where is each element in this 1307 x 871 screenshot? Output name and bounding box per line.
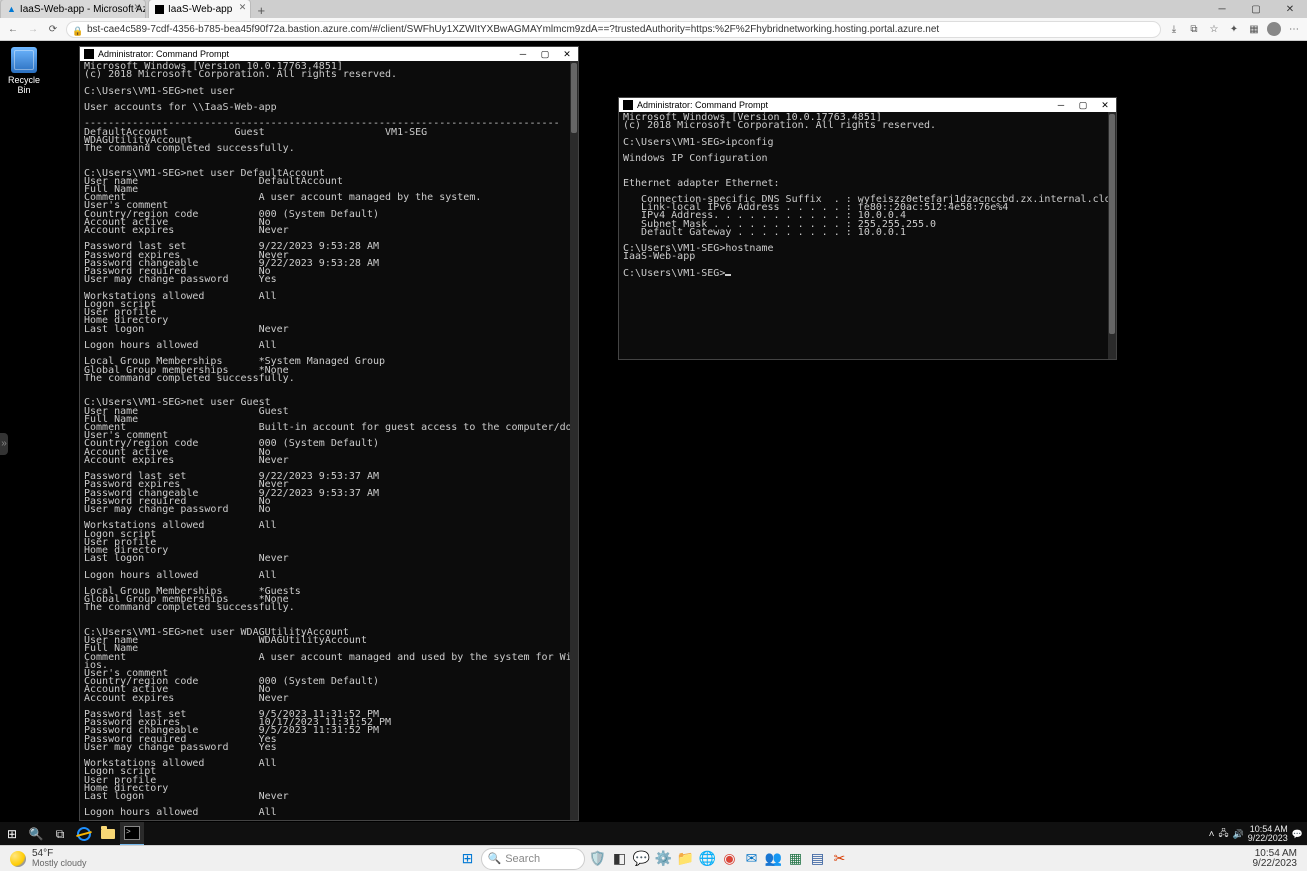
tab-close-icon[interactable]: ✕: [239, 2, 247, 13]
host-taskbar-shield[interactable]: 🛡️: [589, 850, 607, 868]
host-clock[interactable]: 10:54 AM 9/22/2023: [1253, 849, 1298, 869]
cmd2-minimize-button[interactable]: ─: [1050, 98, 1072, 112]
cmd2-title-text: Administrator: Command Prompt: [637, 100, 768, 110]
window-maximize-button[interactable]: ▢: [1239, 0, 1273, 18]
bastion-remote-desktop[interactable]: » Recycle Bin Administrator: Command Pro…: [0, 41, 1307, 846]
cmd2-titlebar[interactable]: Administrator: Command Prompt ─ ▢ ✕: [619, 98, 1116, 112]
host-time: 10:54 AM: [1253, 849, 1298, 859]
host-taskbar-word[interactable]: ▤: [809, 850, 827, 868]
tray-network-icon[interactable]: 🖧: [1218, 826, 1228, 842]
nav-back-button[interactable]: ←: [6, 22, 20, 36]
host-start-button[interactable]: ⊞: [459, 850, 477, 868]
window-minimize-button[interactable]: ─: [1205, 0, 1239, 18]
collections-icon[interactable]: ▦: [1247, 22, 1261, 36]
host-taskbar: 54°F Mostly cloudy ⊞ 🔍 Search 🛡️ ◧ 💬 ⚙️ …: [0, 845, 1307, 871]
cmd2-maximize-button[interactable]: ▢: [1072, 98, 1094, 112]
browser-menu-button[interactable]: ⋯: [1287, 22, 1301, 36]
tab-favicon-azure: ▲: [7, 4, 16, 14]
host-weather-widget[interactable]: 54°F Mostly cloudy: [0, 849, 87, 868]
read-aloud-icon[interactable]: ⧉: [1187, 22, 1201, 36]
host-taskbar-devhome[interactable]: ◧: [611, 850, 629, 868]
cmd1-scroll-thumb[interactable]: [571, 63, 577, 133]
cmd-window-1[interactable]: Administrator: Command Prompt ─ ▢ ✕ Micr…: [79, 46, 579, 821]
host-taskbar-chrome[interactable]: ◉: [721, 850, 739, 868]
host-taskbar-teams[interactable]: 💬: [633, 850, 651, 868]
remote-action-center-icon[interactable]: 💬: [1292, 829, 1303, 840]
windows-logo-icon: ⊞: [7, 827, 17, 841]
profile-icon[interactable]: [1267, 22, 1281, 36]
weather-icon: [10, 851, 26, 867]
recycle-bin-icon[interactable]: Recycle Bin: [4, 47, 44, 95]
cmd2-output[interactable]: Microsoft Windows [Version 10.0.17763.48…: [619, 112, 1116, 359]
host-taskbar-explorer[interactable]: 📁: [677, 850, 695, 868]
ie-icon: [75, 825, 92, 842]
host-taskbar-edge[interactable]: 🌐: [699, 850, 717, 868]
cmd2-scroll-thumb[interactable]: [1109, 114, 1115, 334]
nav-refresh-button[interactable]: ⟳: [46, 22, 60, 36]
remote-clock[interactable]: 10:54 AM 9/22/2023: [1248, 825, 1288, 844]
remote-taskbar-ie[interactable]: [72, 822, 96, 846]
cmd2-text: Microsoft Windows [Version 10.0.17763.48…: [623, 112, 1116, 279]
tab-favicon-bastion: [155, 5, 164, 14]
cmd1-title-text: Administrator: Command Prompt: [98, 49, 229, 59]
browser-window: ▲ IaaS-Web-app - Microsoft Azure ✕ IaaS-…: [0, 0, 1307, 846]
remote-taskbar-explorer[interactable]: [96, 822, 120, 846]
url-text: bst-cae4c589-7cdf-4356-b785-bea45f90f72a…: [87, 24, 939, 35]
nav-forward-button[interactable]: →: [26, 22, 40, 36]
folder-icon: [101, 829, 115, 839]
remote-task-view-button[interactable]: ⧉: [48, 822, 72, 846]
new-tab-button[interactable]: +: [253, 3, 269, 18]
search-placeholder: Search: [505, 853, 540, 865]
cmd2-close-button[interactable]: ✕: [1094, 98, 1116, 112]
tray-volume-icon[interactable]: 🔊: [1233, 829, 1244, 840]
host-taskbar-snip[interactable]: ✂: [831, 850, 849, 868]
cmd1-titlebar[interactable]: Administrator: Command Prompt ─ ▢ ✕: [80, 47, 578, 61]
cmd1-scrollbar[interactable]: [570, 61, 578, 820]
tray-overflow-icon[interactable]: ˄: [1209, 829, 1215, 840]
browser-toolbar: ← → ⟳ 🔒 bst-cae4c589-7cdf-4356-b785-bea4…: [0, 18, 1307, 41]
host-search-box[interactable]: 🔍 Search: [481, 848, 585, 870]
tab-title: IaaS-Web-app: [168, 4, 232, 15]
host-taskbar-teams2[interactable]: 👥: [765, 850, 783, 868]
remote-start-button[interactable]: ⊞: [0, 822, 24, 846]
browser-tab-azure[interactable]: ▲ IaaS-Web-app - Microsoft Azure ✕: [0, 0, 146, 18]
host-date: 9/22/2023: [1253, 859, 1298, 869]
address-bar[interactable]: 🔒 bst-cae4c589-7cdf-4356-b785-bea45f90f7…: [66, 21, 1161, 38]
tab-title: IaaS-Web-app - Microsoft Azure: [20, 4, 146, 15]
install-pwa-icon[interactable]: ⤓: [1167, 22, 1181, 36]
remote-search-button[interactable]: 🔍: [24, 822, 48, 846]
cmd1-maximize-button[interactable]: ▢: [534, 47, 556, 61]
recycle-bin-label: Recycle Bin: [8, 75, 40, 95]
cmd-icon: [84, 49, 94, 59]
host-taskbar-settings[interactable]: ⚙️: [655, 850, 673, 868]
host-taskbar-excel[interactable]: ▦: [787, 850, 805, 868]
remote-taskbar-cmd[interactable]: [120, 822, 144, 846]
cmd1-output[interactable]: Microsoft Windows [Version 10.0.17763.48…: [80, 61, 578, 820]
weather-desc: Mostly cloudy: [32, 859, 87, 868]
bastion-toolbar-handle[interactable]: »: [0, 433, 8, 455]
cmd-taskbar-icon: [124, 826, 140, 840]
host-taskbar-outlook[interactable]: ✉: [743, 850, 761, 868]
cmd2-scrollbar[interactable]: [1108, 112, 1116, 359]
cmd-window-2[interactable]: Administrator: Command Prompt ─ ▢ ✕ Micr…: [618, 97, 1117, 360]
recycle-bin-glyph: [11, 47, 37, 73]
window-close-button[interactable]: ✕: [1273, 0, 1307, 18]
favorites-icon[interactable]: ☆: [1207, 22, 1221, 36]
remote-taskbar: ⊞ 🔍 ⧉ ˄ 🖧 🔊 10:54 AM 9/22/2023 💬: [0, 822, 1307, 846]
extensions-icon[interactable]: ✦: [1227, 22, 1241, 36]
cmd1-text: Microsoft Windows [Version 10.0.17763.48…: [84, 61, 578, 818]
cmd-icon: [623, 100, 633, 110]
browser-tab-bastion[interactable]: IaaS-Web-app ✕: [148, 0, 251, 18]
lock-icon: 🔒: [72, 24, 83, 39]
search-icon: 🔍: [488, 852, 502, 865]
tab-close-icon[interactable]: ✕: [133, 2, 141, 13]
cmd2-cursor: [725, 274, 731, 276]
cmd1-minimize-button[interactable]: ─: [512, 47, 534, 61]
cmd1-close-button[interactable]: ✕: [556, 47, 578, 61]
browser-tab-strip: ▲ IaaS-Web-app - Microsoft Azure ✕ IaaS-…: [0, 0, 1307, 18]
remote-date: 9/22/2023: [1248, 834, 1288, 843]
